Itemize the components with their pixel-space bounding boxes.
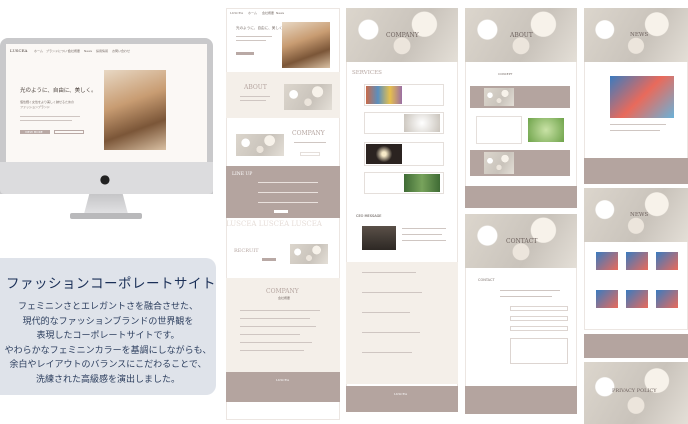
nav-item-home[interactable]: ホーム (34, 49, 43, 53)
about-page-title: ABOUT (510, 32, 533, 39)
imac-base (70, 213, 142, 219)
recruit-heading: RECRUIT (234, 248, 259, 254)
news-list-title: NEWS (630, 212, 649, 218)
lineup-ticker: LUSCEA LUSCEA LUSCEA (226, 220, 322, 228)
news-page-title: NEWS (630, 32, 649, 38)
description-title: ファッションコーポレートサイト (6, 276, 216, 292)
ceo-photo (362, 226, 396, 250)
description-line: やわらかなフェミニンカラーを基調にしながらも、 (4, 345, 212, 356)
recruit-photo (290, 244, 328, 264)
company-overview-heading: COMPANY (266, 288, 299, 295)
concept-heading: CONCEPT (498, 72, 513, 76)
home-nav: 会社概要 (262, 11, 275, 15)
contact-page-title: CONTACT (506, 238, 538, 245)
description-line: 表現したコーポレートサイトです。 (36, 331, 180, 341)
news-feature-image (610, 76, 674, 118)
home-nav: ホーム (248, 11, 257, 15)
home-footer (226, 372, 340, 402)
contact-phone-input[interactable] (510, 326, 568, 331)
lineup-heading: LINE UP (232, 172, 253, 177)
company-overview-sub: 会社概要 (278, 296, 291, 300)
company-footer (346, 386, 458, 412)
description-line: 余白やレイアウトのバランスにこだわることで、 (9, 360, 207, 370)
home-nav: News (276, 11, 285, 15)
company-heading: COMPANY (292, 130, 325, 137)
nav-item-brand[interactable]: ブランドについて (46, 49, 70, 53)
description-line: 現代的なファッションブランドの世界観を (22, 316, 194, 327)
footer-logo: LUSCEA (394, 392, 408, 396)
contact-message-textarea[interactable] (510, 338, 568, 364)
imac-stand (84, 194, 128, 214)
hero-button-label: VIEW MORE (25, 130, 43, 134)
hero-body-line-1: 個性輝く女性をより美しく魅せるための (20, 100, 74, 104)
about-heading: ABOUT (244, 84, 267, 91)
nav-item-news[interactable]: News (84, 49, 92, 53)
nav-item-recruit[interactable]: 採用情報 (96, 49, 108, 53)
home-logo: LUSCEA (230, 11, 244, 15)
services-heading: SERVICES (352, 70, 382, 76)
site-logo[interactable]: LUSCEA (10, 48, 27, 53)
apple-logo-icon: ● (99, 172, 111, 186)
ceo-message-heading: CEO MESSAGE (356, 214, 382, 218)
contact-name-input[interactable] (510, 306, 568, 311)
home-mini-headline: 光のように、自由に、美しく。 (236, 26, 287, 30)
description-line: 洗練された高級感を演出しました。 (35, 374, 180, 385)
home-hero-photo (282, 22, 330, 68)
description-line: フェミニンさとエレガントさを融合させた、 (17, 302, 198, 312)
hero-secondary-button[interactable] (54, 130, 84, 134)
description-text: フェミニンさとエレガントさを融合させた、 現代的なファッションブランドの世界観を… (0, 300, 216, 387)
contact-form-heading: CONTACT (478, 278, 495, 282)
company-page-title: COMPANY (386, 32, 419, 39)
contact-email-input[interactable] (510, 316, 568, 321)
privacy-page-title: PRIVACY POLICY (612, 388, 657, 394)
nav-item-contact[interactable]: お問い合わせ (112, 49, 130, 53)
about-photo (284, 84, 332, 110)
imac-screen: LUSCEA ホーム ブランドについて 会社概要 News 採用情報 お問い合わ… (6, 44, 207, 162)
hero-body-line-2: ファッションブランド (20, 105, 50, 109)
company-photo (236, 134, 284, 156)
footer-logo: LUSCEA (276, 378, 290, 382)
hero-photo (104, 70, 166, 150)
nav-item-company[interactable]: 会社概要 (68, 49, 80, 53)
hero-headline: 光のように、自由に、美しく。 (20, 88, 97, 94)
